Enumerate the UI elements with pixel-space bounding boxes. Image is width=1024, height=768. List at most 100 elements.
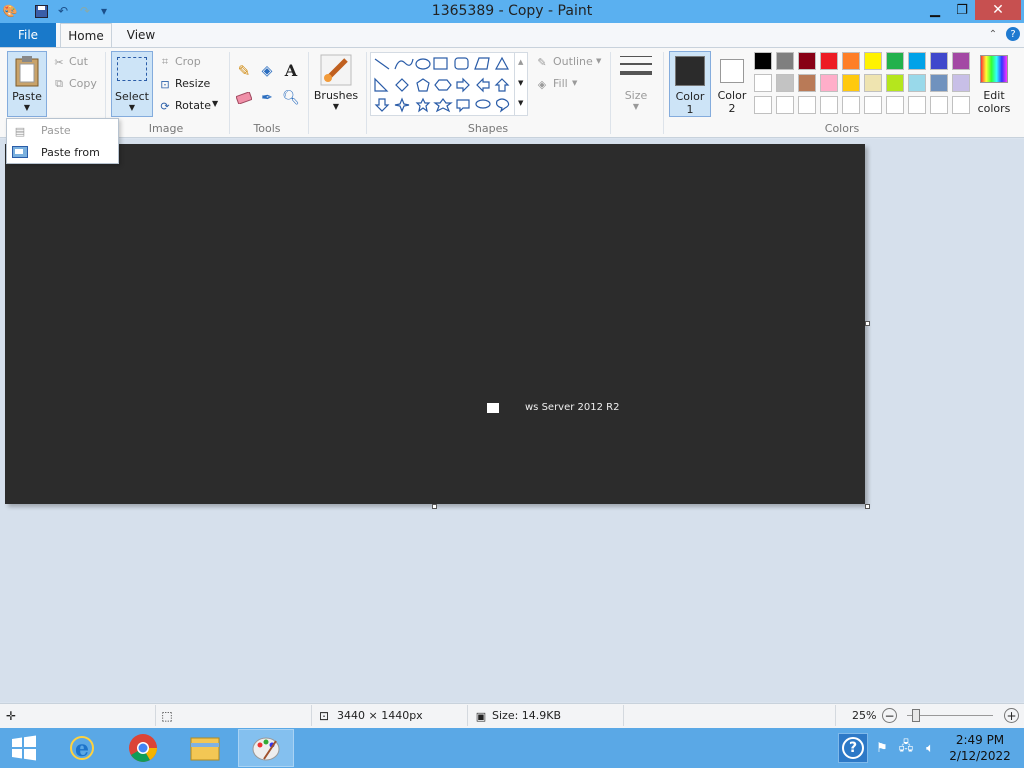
resize-button[interactable]: Resize [175,77,210,90]
text-tool-icon[interactable]: A [282,60,300,80]
palette-swatch[interactable] [952,74,970,92]
paste-button[interactable]: Paste ▼ [7,51,47,117]
rotate-button[interactable]: Rotate [175,99,211,112]
color-picker-icon[interactable]: ✒ [258,89,276,107]
palette-swatch[interactable] [754,96,772,114]
palette-swatch[interactable] [952,96,970,114]
help-tray-button[interactable]: ? [838,733,868,763]
pencil-icon[interactable]: ✎ [235,62,253,80]
color-palette[interactable] [754,52,974,118]
tab-view[interactable]: View [118,23,164,47]
copy-icon: ⧉ [55,77,63,90]
palette-swatch[interactable] [864,96,882,114]
volume-muted-icon[interactable]: 🔈︎ [921,739,939,757]
resize-handle-corner[interactable] [865,504,870,509]
palette-swatch[interactable] [886,74,904,92]
tab-home[interactable]: Home [60,23,112,47]
shapes-gallery[interactable] [370,52,528,116]
chevron-down-icon: ▼ [596,57,602,65]
paint-taskbar-button[interactable] [238,729,294,767]
palette-swatch[interactable] [798,96,816,114]
file-explorer-button[interactable] [177,729,233,767]
brushes-button[interactable]: Brushes ▼ [312,51,360,117]
close-button[interactable]: ✕ [975,0,1021,20]
chevron-down-icon: ▼ [212,99,219,108]
edit-colors-button[interactable]: Edit colors [976,51,1012,117]
size-button[interactable]: Size ▼ [616,51,658,117]
shapes-scroll[interactable]: ▲ ▼ ▼ [514,52,528,116]
color1-button[interactable]: Color 1 [669,51,711,117]
size-label: Size [624,89,648,102]
action-center-icon[interactable]: ⚑ [873,739,891,757]
color1-number: 1 [686,103,694,116]
windows-logo-icon [487,403,499,413]
clipboard-icon [14,55,40,87]
clock[interactable]: 2:49 PM 2/12/2022 [944,733,1016,765]
fill-bucket-icon[interactable]: ◈ [258,62,276,80]
palette-swatch[interactable] [842,74,860,92]
palette-swatch[interactable] [820,52,838,70]
shape-icons[interactable] [371,53,529,117]
resize-handle-bottom[interactable] [432,504,437,509]
outline-button[interactable]: Outline [553,55,593,68]
palette-swatch[interactable] [820,74,838,92]
palette-swatch[interactable] [798,74,816,92]
zoom-in-icon[interactable]: + [1004,708,1019,723]
cut-button[interactable]: Cut [69,55,88,68]
zoom-out-icon[interactable]: − [882,708,897,723]
scroll-up-icon[interactable]: ▲ [518,58,523,66]
selection-size-icon: ⬚ [161,709,173,723]
palette-swatch[interactable] [864,52,882,70]
expand-gallery-icon[interactable]: ▼ [518,99,523,107]
palette-swatch[interactable] [842,96,860,114]
menu-item-paste[interactable]: Paste [41,124,71,137]
palette-swatch[interactable] [930,52,948,70]
palette-swatch[interactable] [754,52,772,70]
help-icon[interactable]: ? [1006,27,1020,41]
minimize-button[interactable]: ▁ [921,0,949,20]
chrome-button[interactable] [115,729,171,767]
status-divider [155,705,156,726]
scroll-down-icon[interactable]: ▼ [518,79,523,87]
zoom-slider-thumb[interactable] [912,709,920,722]
menu-item-paste-from[interactable]: Paste from [41,146,100,159]
fill-button[interactable]: Fill [553,77,568,90]
palette-swatch[interactable] [776,52,794,70]
close-icon: ✕ [992,2,1004,18]
palette-swatch[interactable] [908,52,926,70]
palette-swatch[interactable] [908,96,926,114]
palette-swatch[interactable] [930,74,948,92]
palette-swatch[interactable] [754,74,772,92]
palette-swatch[interactable] [776,96,794,114]
palette-swatch[interactable] [908,74,926,92]
eraser-icon[interactable] [235,89,253,107]
select-button[interactable]: Select ▼ [111,51,153,117]
restore-button[interactable]: ❐ [949,0,975,20]
magnifier-icon[interactable]: 🔍︎ [282,89,300,107]
palette-swatch[interactable] [776,74,794,92]
start-button[interactable] [0,729,48,767]
window-title: 1365389 - Copy - Paint [431,3,593,19]
collapse-ribbon-icon[interactable]: ⌃ [986,27,1000,41]
drawing-canvas[interactable]: ws Server 2012 R2 [5,144,865,504]
image-dimensions: 3440 × 1440px [337,709,423,722]
tab-file[interactable]: File [0,23,56,47]
palette-swatch[interactable] [820,96,838,114]
crop-button[interactable]: Crop [175,55,201,68]
palette-swatch[interactable] [952,52,970,70]
paste-label: Paste [12,90,42,103]
internet-explorer-button[interactable]: e [54,729,110,767]
copy-button[interactable]: Copy [69,77,97,90]
color2-button[interactable]: Color 2 [712,51,752,117]
paste-from-icon [12,145,28,159]
palette-swatch[interactable] [842,52,860,70]
palette-swatch[interactable] [864,74,882,92]
palette-swatch[interactable] [886,96,904,114]
network-icon[interactable]: 🖧︎ [896,739,916,757]
windows-start-icon [12,735,36,761]
resize-handle-right[interactable] [865,321,870,326]
palette-swatch[interactable] [798,52,816,70]
svg-text:e: e [75,736,89,762]
palette-swatch[interactable] [930,96,948,114]
palette-swatch[interactable] [886,52,904,70]
